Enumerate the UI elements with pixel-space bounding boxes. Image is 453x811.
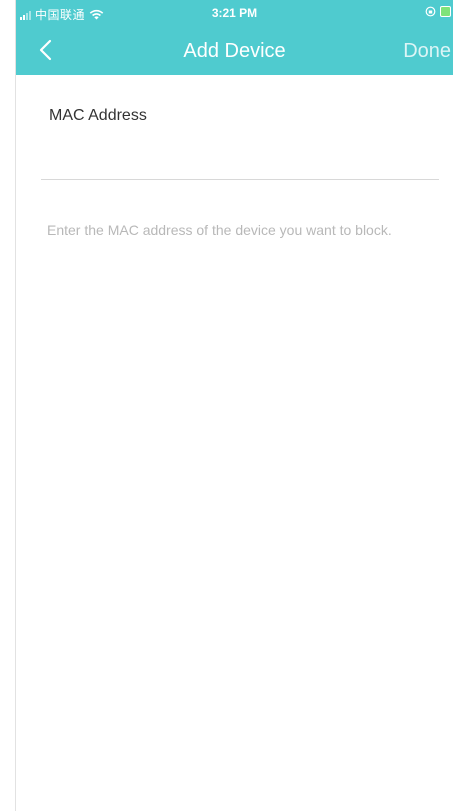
left-divider — [15, 0, 16, 811]
mac-address-helper-text: Enter the MAC address of the device you … — [47, 222, 392, 238]
mac-address-underline — [41, 179, 439, 180]
nav-bar: Add Device Done — [16, 24, 453, 75]
battery-icon — [440, 6, 451, 17]
page-title: Add Device — [183, 40, 286, 62]
status-right — [425, 6, 451, 17]
app-header: 中国联通 3:21 PM Add Device Done — [16, 0, 453, 75]
lock-rotation-icon — [425, 6, 436, 17]
status-time: 3:21 PM — [211, 6, 258, 20]
mac-address-label: MAC Address — [49, 107, 147, 124]
mac-address-input[interactable] — [41, 145, 439, 179]
done-button[interactable]: Done — [403, 40, 451, 63]
status-bar: 中国联通 3:21 PM — [16, 0, 453, 24]
